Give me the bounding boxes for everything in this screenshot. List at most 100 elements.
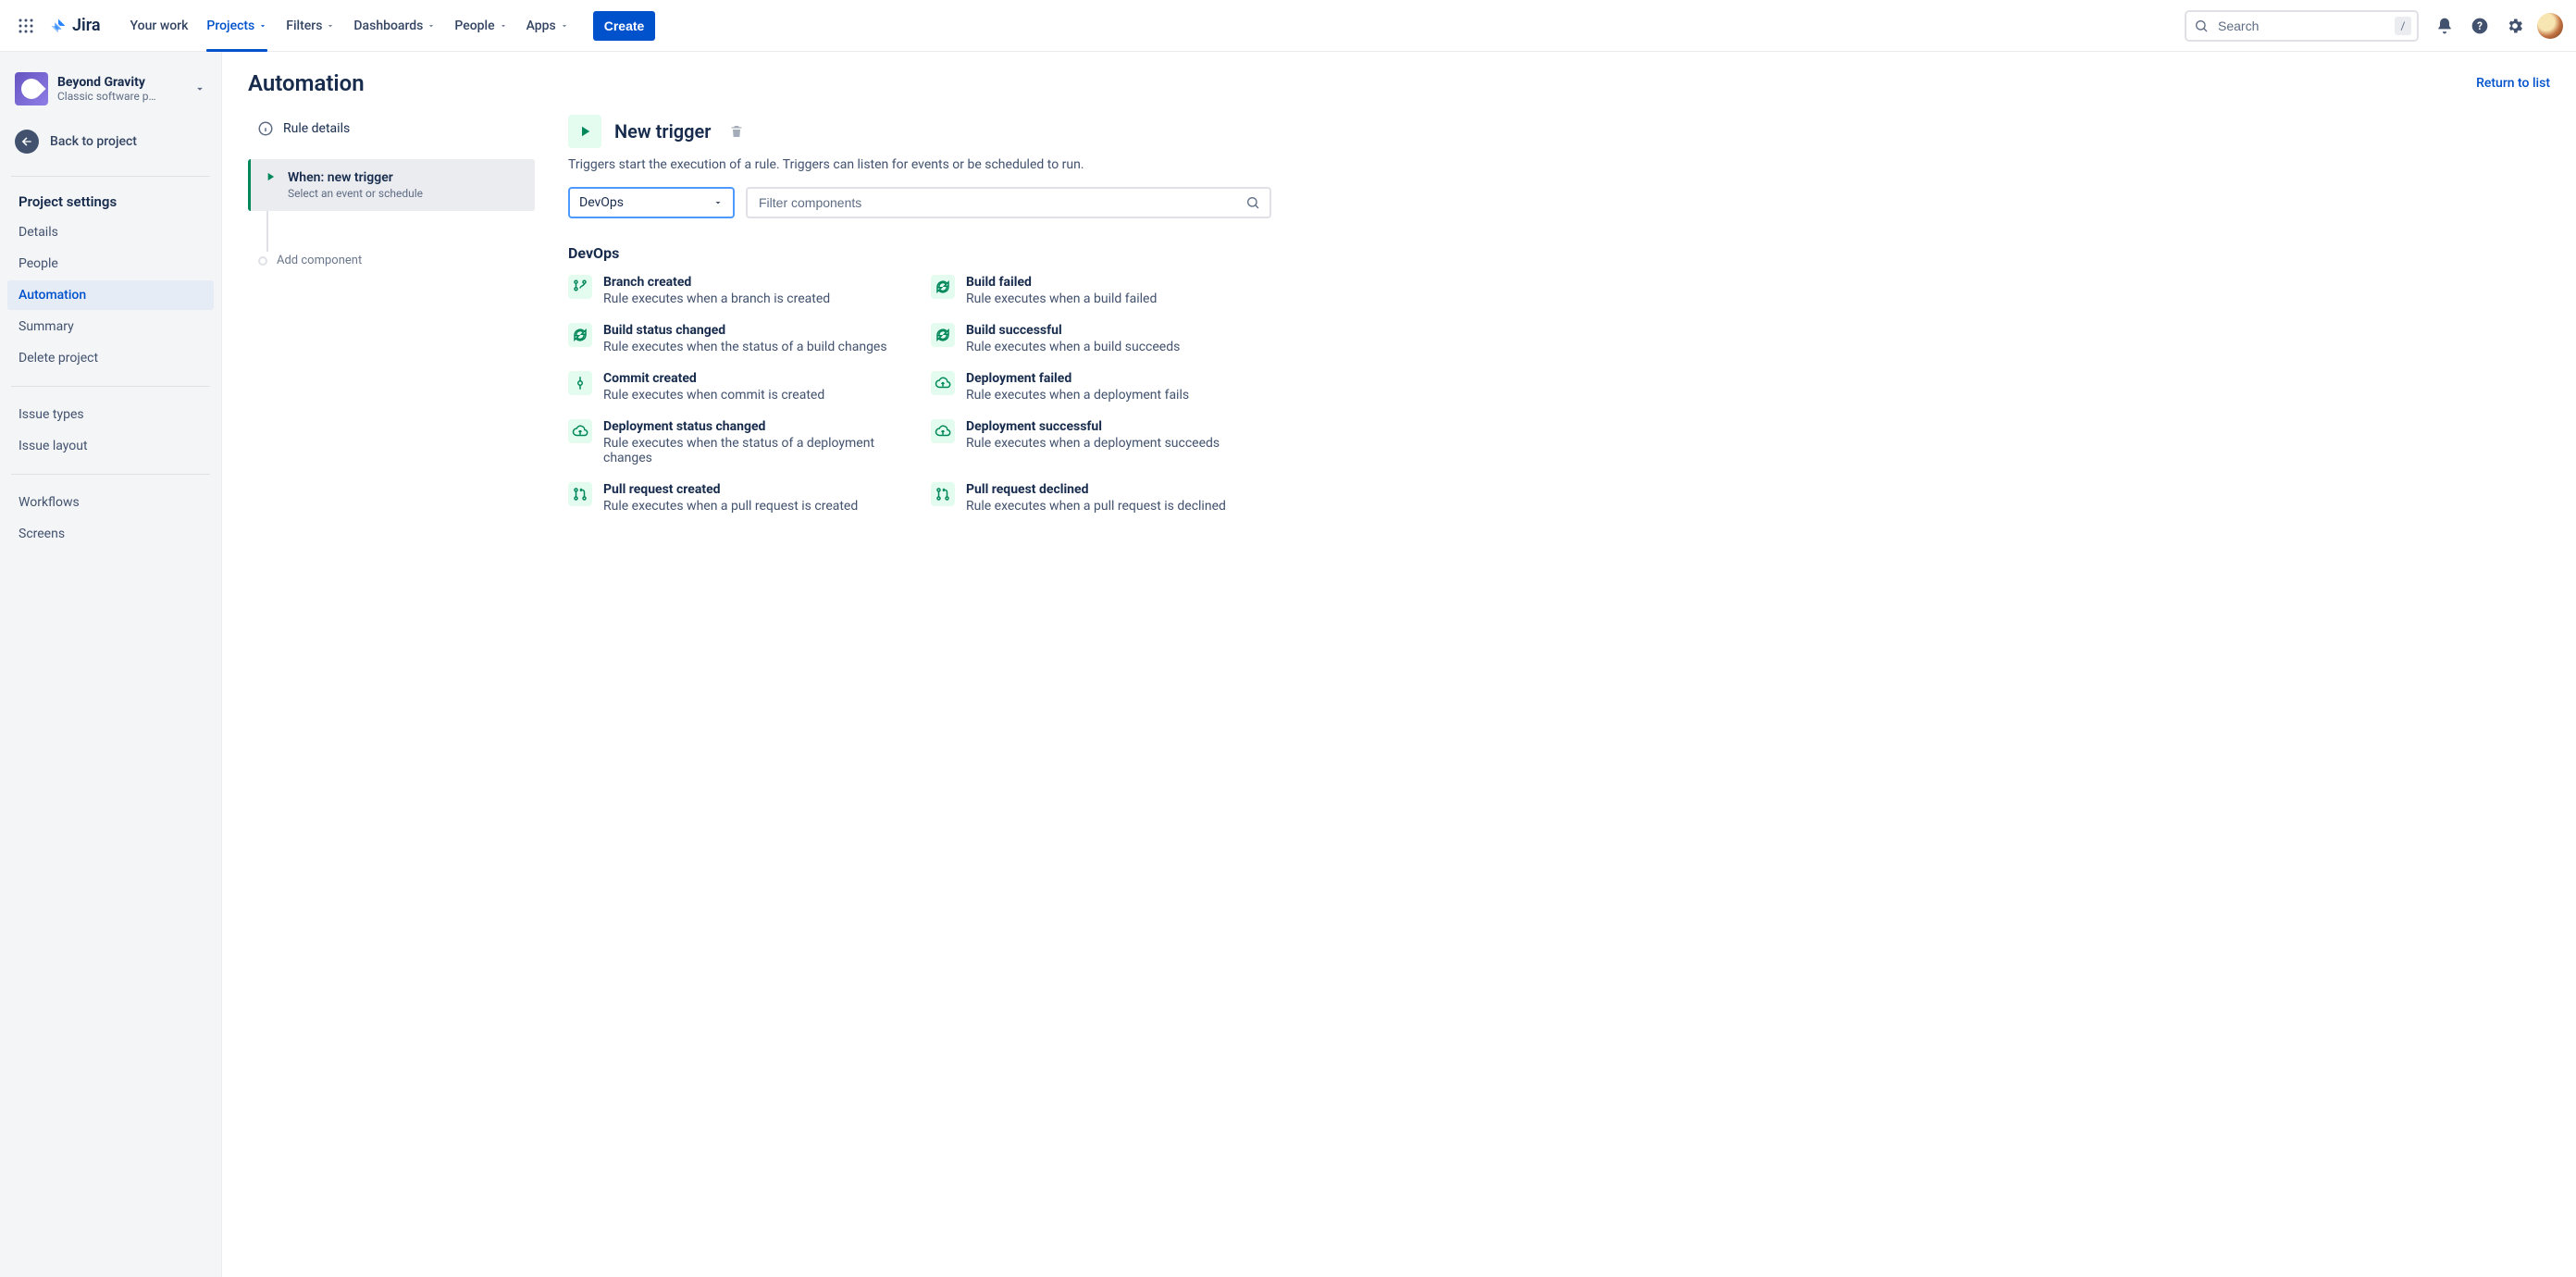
trigger-option-deployment-failed[interactable]: Deployment failedRule executes when a de… [931,371,1271,403]
nav-item-label: Filters [286,19,322,33]
trigger-option-name: Build successful [966,323,1180,338]
nav-item-projects[interactable]: Projects [197,0,277,52]
trigger-option-pull-request-declined[interactable]: Pull request declined Rule executes when … [931,482,1271,514]
nav-item-label: Projects [206,19,254,33]
search-box[interactable]: / [2185,10,2419,42]
sidebar-item-workflows[interactable]: Workflows [7,488,214,517]
cloud-icon [568,419,592,443]
rule-builder: Rule details When: new trigger Select an… [248,115,535,514]
jira-logo[interactable]: Jira [44,16,106,36]
nav-item-apps[interactable]: Apps [517,0,578,52]
trigger-option-desc: Rule executes when a deployment succeeds [966,436,1220,451]
chevron-down-icon [427,21,436,31]
sidebar-section-title: Project settings [7,190,214,214]
rule-details-button[interactable]: Rule details [248,115,535,143]
project-avatar [15,72,48,105]
trigger-option-desc: Rule executes when a pull request is dec… [966,499,1226,514]
sidebar-item-automation[interactable]: Automation [7,280,214,310]
filter-components-field[interactable] [746,187,1271,218]
nav-item-label: People [454,19,494,33]
trigger-option-desc: Rule executes when the status of a build… [603,340,887,354]
add-component-button[interactable]: Add component [248,254,535,267]
branch-icon [568,275,592,299]
chevron-down-icon [193,82,206,95]
arrow-left-icon [15,130,39,154]
project-type: Classic software p… [57,90,184,103]
pr-icon [931,482,955,506]
back-to-project[interactable]: Back to project [7,120,214,163]
sidebar-item-issue-types[interactable]: Issue types [7,400,214,429]
sidebar-item-screens[interactable]: Screens [7,519,214,549]
sidebar-item-summary[interactable]: Summary [7,312,214,341]
trigger-option-build-successful[interactable]: Build successful Rule executes when a bui… [931,323,1271,354]
chevron-down-icon [258,21,267,31]
avatar[interactable] [2535,11,2565,41]
jira-icon [48,16,68,36]
trigger-option-deployment-status-changed[interactable]: Deployment status changedRule executes w… [568,419,909,465]
nav-item-your-work[interactable]: Your work [121,0,198,52]
search-input[interactable] [2216,18,2387,34]
cycle-icon [931,323,955,347]
rule-step-trigger[interactable]: When: new trigger Select an event or sch… [248,159,535,211]
help-icon[interactable]: ? [2465,11,2495,41]
sidebar-item-issue-layout[interactable]: Issue layout [7,431,214,461]
sidebar-item-people[interactable]: People [7,249,214,279]
trigger-option-desc: Rule executes when commit is created [603,388,824,403]
chevron-down-icon [499,21,508,31]
create-button[interactable]: Create [593,11,656,41]
filter-components-input[interactable] [757,194,1238,211]
trigger-title: New trigger [614,120,711,143]
trigger-option-name: Commit created [603,371,824,386]
sidebar: Beyond Gravity Classic software p… Back … [0,52,222,1277]
cloud-icon [931,419,955,443]
page-title: Automation [248,70,365,96]
nav-item-filters[interactable]: Filters [277,0,344,52]
trigger-option-desc: Rule executes when a build succeeds [966,340,1180,354]
trigger-option-name: Pull request created [603,482,858,497]
project-switcher[interactable]: Beyond Gravity Classic software p… [7,67,214,111]
nav-item-dashboards[interactable]: Dashboards [344,0,445,52]
search-kbd-hint: / [2395,17,2411,35]
rule-details-label: Rule details [283,121,350,136]
trigger-option-branch-created[interactable]: Branch createdRule executes when a branc… [568,275,909,306]
topnav-items: Your work Projects Filters Dashboards People… [121,0,578,52]
delete-trigger-icon[interactable] [729,124,744,139]
trigger-option-name: Pull request declined [966,482,1226,497]
trigger-option-deployment-successful[interactable]: Deployment successfulRule executes when … [931,419,1271,465]
topnav-icons: ? [2430,11,2565,41]
pr-icon [568,482,592,506]
chevron-down-icon [560,21,569,31]
nav-item-label: Your work [130,19,189,33]
jira-logo-text: Jira [72,16,101,35]
svg-text:?: ? [2477,19,2483,32]
app-switcher-icon[interactable] [11,11,41,41]
trigger-option-pull-request-created[interactable]: Pull request createdRule executes when a… [568,482,909,514]
return-to-list-link[interactable]: Return to list [2476,76,2550,91]
trigger-option-name: Build status changed [603,323,887,338]
trigger-option-desc: Rule executes when a build failed [966,291,1157,306]
trigger-panel: New trigger Triggers start the execution… [568,115,1271,514]
trigger-option-desc: Rule executes when a branch is created [603,291,830,306]
search-icon [2194,19,2209,33]
rule-step-title: When: new trigger [288,170,423,185]
sidebar-item-delete-project[interactable]: Delete project [7,343,214,373]
sidebar-item-details[interactable]: Details [7,217,214,247]
cycle-icon [931,275,955,299]
nav-item-people[interactable]: People [445,0,516,52]
category-select[interactable]: DevOps [568,187,735,218]
play-icon [264,170,277,200]
trigger-option-build-failed[interactable]: Build failedRule executes when a build f… [931,275,1271,306]
rule-step-subtitle: Select an event or schedule [288,187,423,200]
chevron-down-icon [326,21,335,31]
cloud-icon [931,371,955,395]
chevron-down-icon [712,197,724,208]
trigger-option-commit-created[interactable]: Commit created Rule executes when commit … [568,371,909,403]
settings-icon[interactable] [2500,11,2530,41]
trigger-option-name: Deployment failed [966,371,1189,386]
trigger-option-name: Build failed [966,275,1157,290]
trigger-option-desc: Rule executes when the status of a deplo… [603,436,909,465]
trigger-category-title: DevOps [568,244,1271,262]
trigger-option-build-status-changed[interactable]: Build status changed Rule executes when t… [568,323,909,354]
notifications-icon[interactable] [2430,11,2459,41]
project-name: Beyond Gravity [57,75,184,90]
